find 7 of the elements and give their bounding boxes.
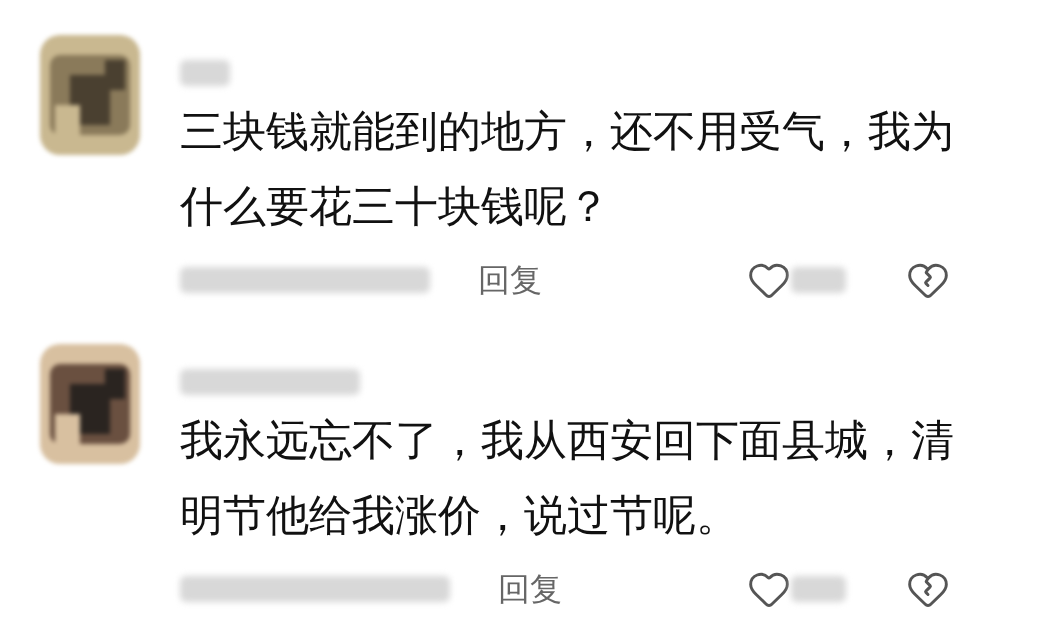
username [180,60,230,86]
like-count [791,576,846,602]
reply-button[interactable]: 回复 [498,565,562,613]
comment-text: 我永远忘不了，我从西安回下面县城，清明节他给我涨价，说过节呢。 [180,414,955,542]
like-count [791,267,846,293]
reply-button[interactable]: 回复 [478,256,542,304]
comment-text: 三块钱就能到的地方，还不用受气，我为什么要花三十块钱呢？ [180,105,955,233]
